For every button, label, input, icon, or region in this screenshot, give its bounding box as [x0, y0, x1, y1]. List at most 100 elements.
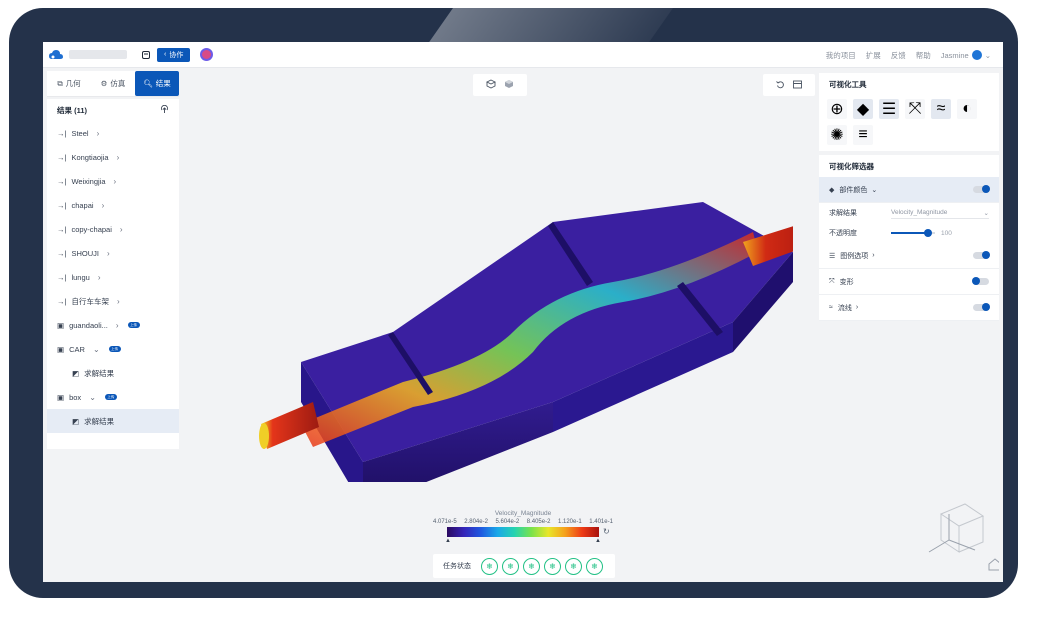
- list-item[interactable]: →| lungu ›: [47, 265, 179, 289]
- save-icon[interactable]: [141, 50, 151, 60]
- probe-tool-button[interactable]: ⊕: [827, 99, 847, 119]
- list-item[interactable]: ▣ CAR ⌄ 上传: [47, 337, 179, 361]
- task-status-icon[interactable]: ❄: [586, 557, 603, 575]
- task-status-icon[interactable]: ❄: [502, 557, 519, 575]
- list-item-label: guandaoli...: [69, 320, 108, 330]
- orientation-cube-icon[interactable]: [919, 494, 999, 574]
- layout-icon[interactable]: [793, 76, 802, 94]
- legend-tool-button[interactable]: ☰: [879, 99, 899, 119]
- legend-options-toggle[interactable]: [973, 250, 990, 259]
- import-icon: →|: [57, 248, 67, 258]
- paint-bucket-icon: ◆: [856, 101, 870, 118]
- task-status-icon[interactable]: ❄: [523, 557, 540, 575]
- import-icon: →|: [57, 200, 67, 210]
- deform-tool-button[interactable]: ⤧: [905, 99, 925, 119]
- app-screen: ‹ 协作 我的项目 扩展 反馈 帮助 Jasmine ⌄ ⧉ 几何 ⚙ 仿真 🔍…: [43, 42, 1003, 582]
- results-icon: 🔍︎: [143, 79, 153, 88]
- list-item[interactable]: →| chapai ›: [47, 193, 179, 217]
- crosshair-icon: ⊕: [830, 101, 844, 118]
- legend-options-row[interactable]: ☰ 图例选项 ›: [819, 243, 999, 269]
- list-item[interactable]: →| SHOUJI ›: [47, 241, 179, 265]
- deform-row[interactable]: ⤧ 变形: [819, 269, 999, 295]
- streamline-toggle[interactable]: [973, 302, 990, 311]
- deform-toggle[interactable]: [972, 276, 989, 285]
- results-title: 结果 (11): [57, 105, 88, 115]
- task-status-bar: 任务状态 ❄ ❄ ❄ ❄ ❄ ❄: [433, 554, 615, 578]
- legend-tick: 2.804e-2: [464, 519, 488, 525]
- viz-tools-card: 可视化工具 ⊕ ◆ ☰ ⤧ ≈ ◐ ✺ ≡: [819, 73, 999, 151]
- task-status-icon[interactable]: ❄: [565, 557, 582, 575]
- legend-reset-icon[interactable]: ↻: [603, 527, 610, 536]
- upload-icon[interactable]: [160, 104, 169, 116]
- view-mode-icon[interactable]: [485, 76, 497, 94]
- list-item-label: Steel: [71, 128, 89, 138]
- chevron-right-icon: ›: [119, 224, 123, 234]
- folder-icon: ▣: [57, 344, 65, 354]
- nav-my-projects[interactable]: 我的项目: [826, 50, 856, 61]
- collaborator-avatar[interactable]: [200, 48, 214, 61]
- streamline-tool-button[interactable]: ≈: [931, 99, 951, 119]
- particles-icon: ✺: [830, 127, 844, 144]
- legend-ticks: 4.071e-5 2.804e-2 5.604e-2 8.405e-2 1.12…: [433, 519, 613, 525]
- chart-tool-button[interactable]: ≡: [853, 125, 873, 145]
- legend-tick: 5.604e-2: [495, 519, 520, 525]
- import-icon: →|: [57, 152, 67, 162]
- clip-tool-button[interactable]: ◐: [957, 99, 977, 119]
- project-name-placeholder[interactable]: [69, 50, 127, 59]
- chevron-down-icon: ⌄: [983, 209, 989, 217]
- opacity-slider[interactable]: [891, 229, 935, 237]
- results-header: 结果 (11): [47, 99, 179, 121]
- chevron-right-icon: ›: [96, 128, 100, 138]
- list-item[interactable]: ◩ 求解结果: [47, 361, 179, 385]
- part-color-row[interactable]: ◆ 部件颜色 ⌄: [819, 177, 999, 203]
- particle-tool-button[interactable]: ✺: [827, 125, 847, 145]
- list-item[interactable]: →| Kongtiaojia ›: [47, 145, 179, 169]
- history-toolbar: [763, 74, 815, 96]
- status-badge: 上传: [104, 394, 117, 400]
- list-item-label: lungu: [71, 272, 90, 282]
- shading-icon[interactable]: [504, 76, 514, 94]
- result-file-icon: ◩: [72, 368, 80, 378]
- list-item[interactable]: ▣ guandaoli... › 上传: [47, 313, 179, 337]
- legend-options-label: 图例选项: [840, 252, 869, 260]
- nav-extensions[interactable]: 扩展: [866, 50, 881, 61]
- app-logo-icon[interactable]: [49, 49, 63, 60]
- results-tree: 结果 (11) →| Steel › →| Kongtiaojia › →| Weixin…: [47, 99, 179, 449]
- user-menu[interactable]: Jasmine ⌄: [941, 50, 991, 60]
- streamline-icon: ≈: [936, 100, 946, 117]
- velocity-field-3d-model[interactable]: [253, 162, 793, 482]
- reset-view-icon[interactable]: [776, 76, 785, 94]
- task-status-icon[interactable]: ❄: [481, 557, 498, 575]
- list-item-label: Weixingjia: [71, 176, 106, 186]
- part-color-toggle[interactable]: [973, 184, 990, 193]
- top-bar: ‹ 协作 我的项目 扩展 反馈 帮助 Jasmine ⌄: [43, 42, 1003, 68]
- nav-help[interactable]: 帮助: [916, 50, 931, 61]
- list-item[interactable]: →| 自行车车架 ›: [47, 289, 179, 313]
- color-fill-tool-button[interactable]: ◆: [853, 99, 873, 119]
- list-item[interactable]: →| Steel ›: [47, 121, 179, 145]
- streamline-row[interactable]: ≈ 流线 ›: [819, 295, 999, 321]
- viz-filters-title: 可视化筛选器: [829, 161, 874, 171]
- collaborate-button[interactable]: ‹ 协作: [157, 47, 191, 62]
- list-item[interactable]: ◩ 求解结果: [47, 409, 179, 433]
- tab-simulation[interactable]: ⚙ 仿真: [91, 71, 135, 96]
- tab-geometry[interactable]: ⧉ 几何: [47, 71, 91, 96]
- chevron-right-icon: ›: [113, 176, 117, 186]
- list-item-label: chapai: [71, 200, 94, 210]
- simulation-icon: ⚙: [100, 79, 108, 88]
- solve-result-value: Velocity_Magnitude: [891, 209, 948, 216]
- list-item[interactable]: ▣ box ⌄ 上传: [47, 385, 179, 409]
- legend-min-handle[interactable]: ▲: [445, 538, 451, 544]
- top-nav: 我的项目 扩展 反馈 帮助 Jasmine ⌄: [826, 42, 991, 68]
- chevron-right-icon: ›: [106, 248, 110, 258]
- solve-result-select[interactable]: Velocity_Magnitude ⌄: [891, 207, 989, 219]
- nav-feedback[interactable]: 反馈: [891, 50, 906, 61]
- tab-results[interactable]: 🔍︎ 结果: [135, 71, 179, 96]
- streamline-icon: ≈: [829, 304, 833, 311]
- legend-max-handle[interactable]: ▲: [595, 538, 601, 544]
- opacity-slider-handle[interactable]: [924, 229, 933, 237]
- task-status-icon[interactable]: ❄: [544, 557, 561, 575]
- import-icon: →|: [57, 224, 67, 234]
- list-item[interactable]: →| Weixingjia ›: [47, 169, 179, 193]
- list-item[interactable]: →| copy-chapai ›: [47, 217, 179, 241]
